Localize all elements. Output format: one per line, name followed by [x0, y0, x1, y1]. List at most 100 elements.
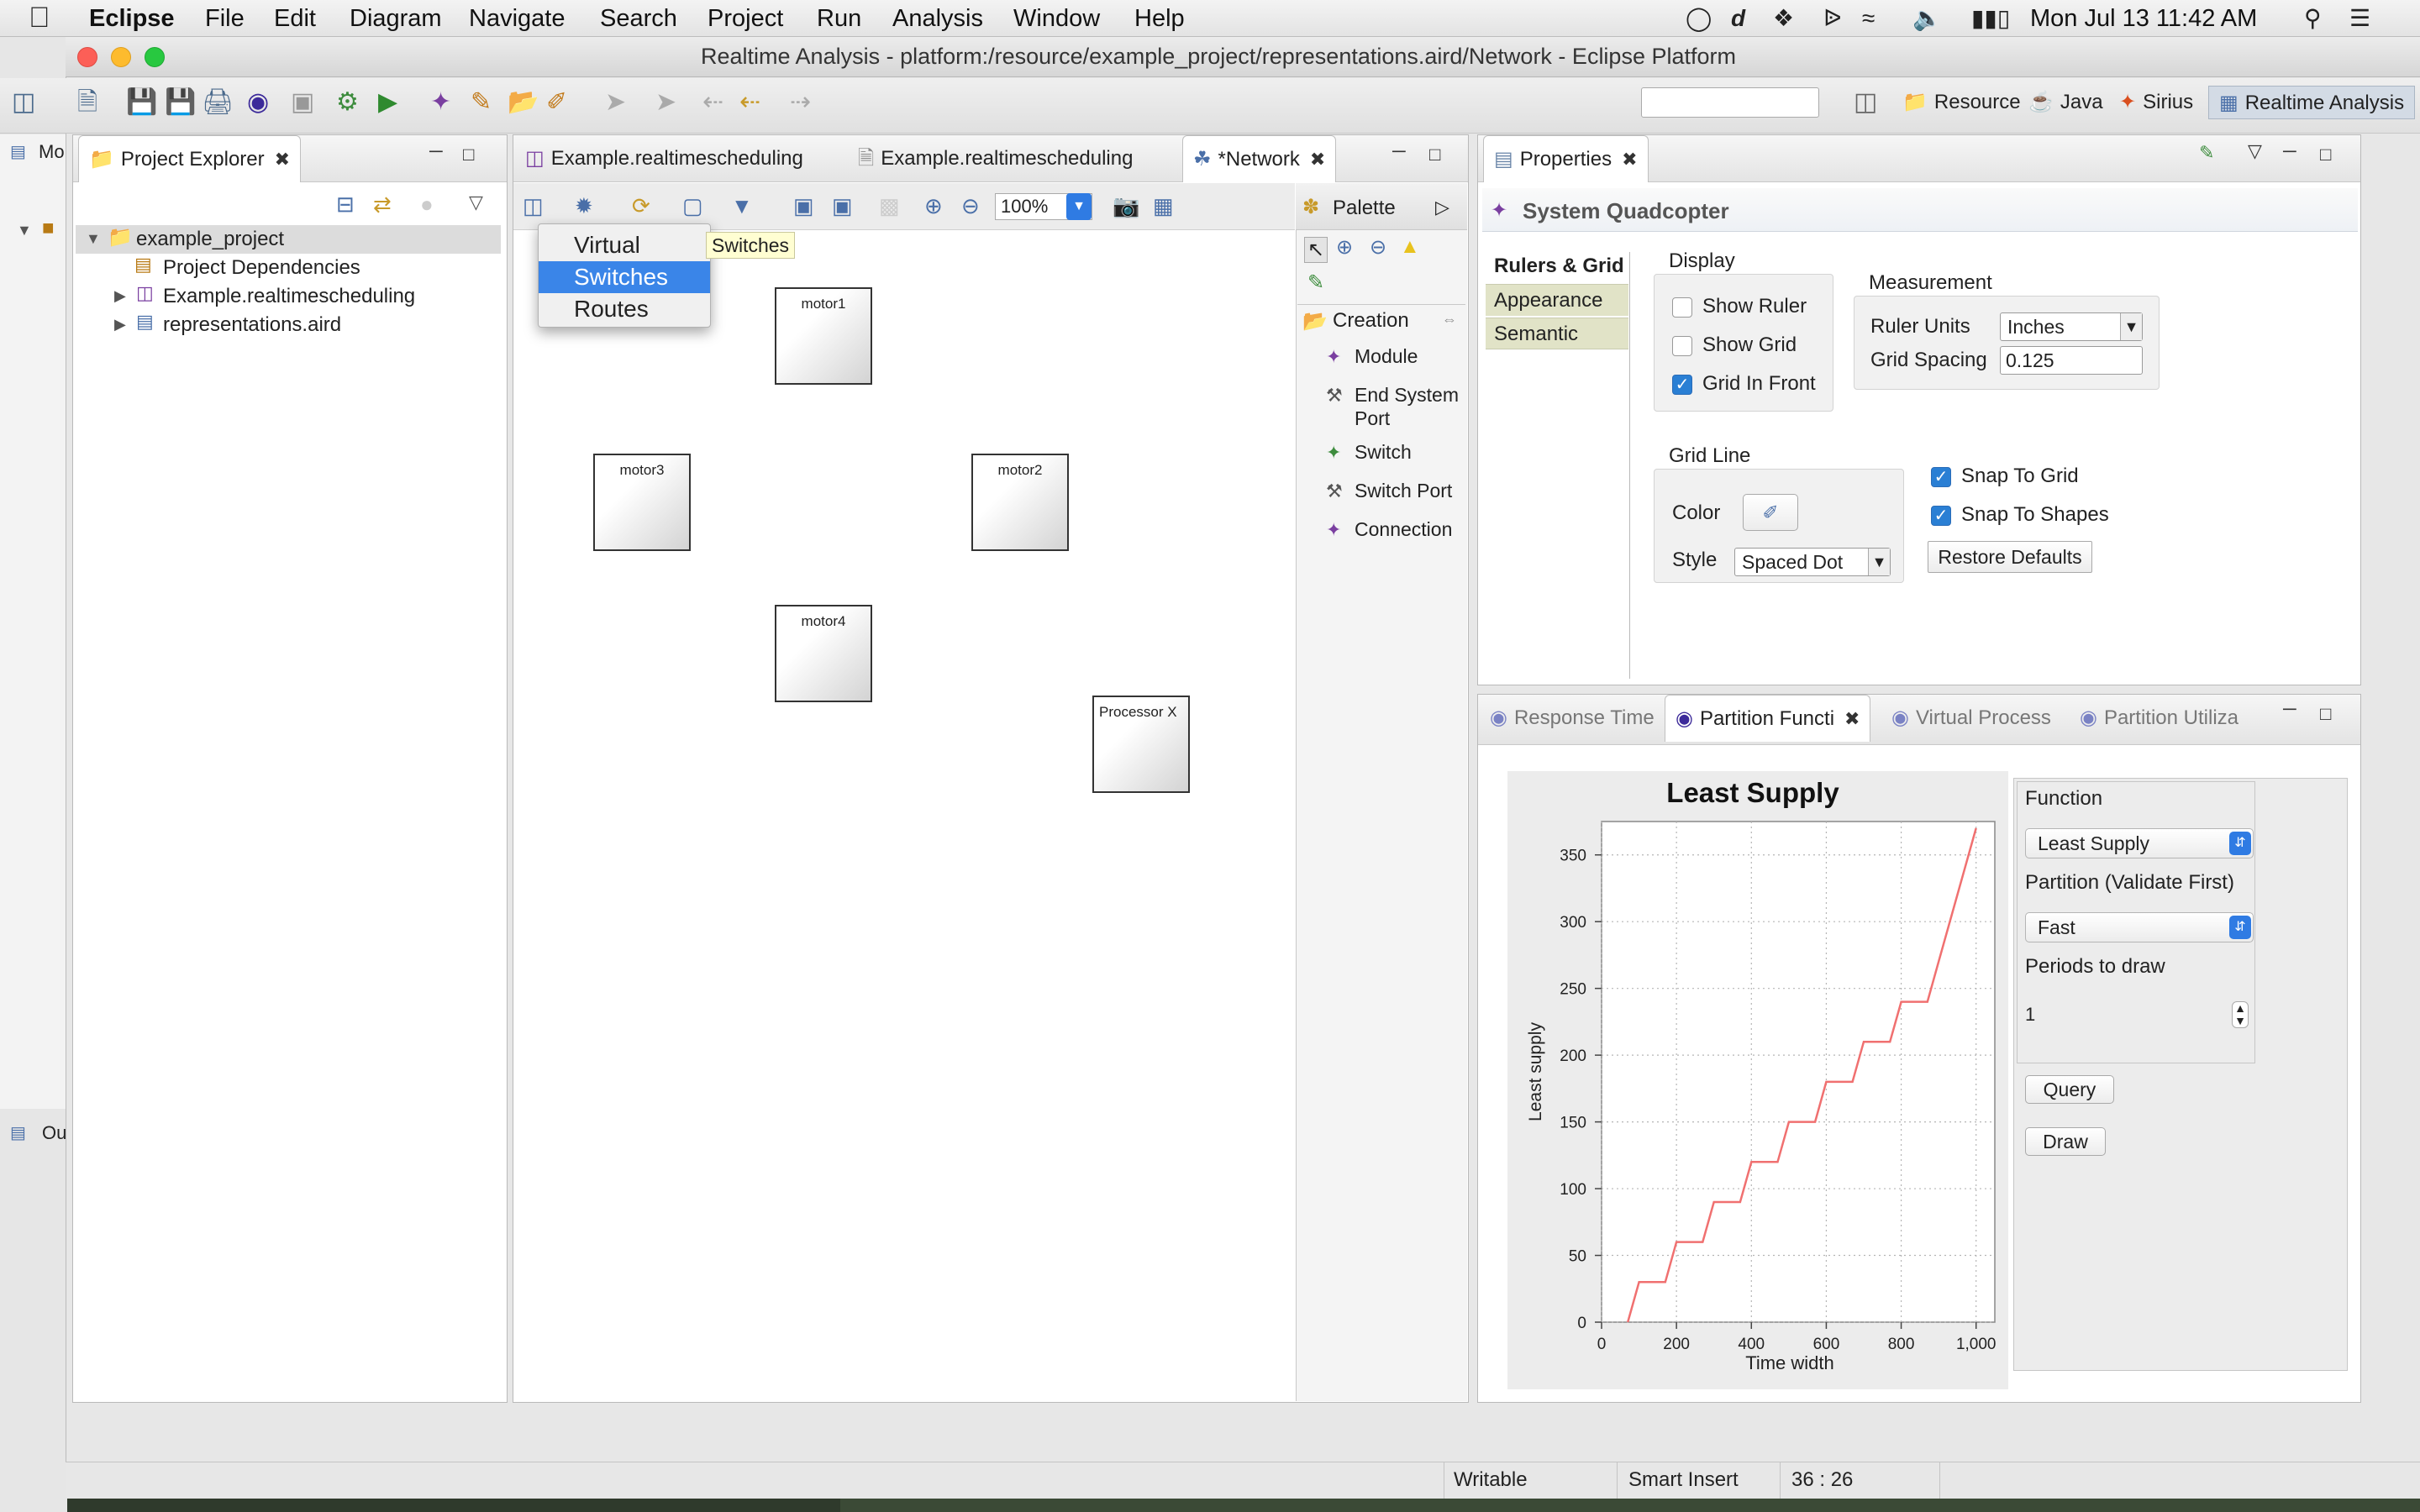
- zoom-in-tool-icon[interactable]: ⊕: [1336, 235, 1353, 260]
- battery-icon[interactable]: ▮▮▯: [1971, 5, 2010, 32]
- line-style-select[interactable]: Spaced Dot ▼: [1734, 548, 1891, 576]
- checkmark-icon[interactable]: ✓: [1672, 374, 1692, 395]
- menu-run[interactable]: Run: [817, 3, 861, 34]
- tree-item-example-realtimescheduling[interactable]: Example.realtimescheduling: [163, 282, 415, 311]
- note-attachment-icon[interactable]: ✎: [1307, 270, 1324, 295]
- clock[interactable]: Mon Jul 13 11:42 AM: [2030, 3, 2257, 34]
- perspective-sirius[interactable]: ✦ Sirius: [2119, 86, 2193, 119]
- creation-drawer[interactable]: Creation: [1333, 309, 1409, 333]
- checkbox-box[interactable]: [1672, 297, 1692, 318]
- checkmark-icon[interactable]: ✓: [1931, 505, 1951, 526]
- menu-file[interactable]: File: [205, 3, 245, 34]
- maximize-view-icon[interactable]: □: [2320, 144, 2331, 165]
- refresh-icon[interactable]: ⟳: [632, 193, 650, 219]
- menu-item-virtual[interactable]: Virtual: [539, 229, 710, 261]
- note-tool-icon[interactable]: ▲: [1400, 235, 1420, 259]
- apple-menu-icon[interactable]: : [29, 2, 50, 34]
- link-with-editor-icon[interactable]: ⇄: [373, 192, 392, 218]
- outline-view-icon[interactable]: ▤: [10, 1122, 26, 1143]
- annotation-prev-icon[interactable]: ➤: [605, 87, 626, 118]
- ruler-units-select[interactable]: Inches ▼: [2000, 312, 2143, 341]
- drawer-pin-icon[interactable]: ⇔: [1442, 311, 1457, 328]
- palette-end-system-port[interactable]: End System Port: [1355, 383, 1464, 430]
- wifi-icon[interactable]: ≈: [1862, 5, 1875, 32]
- tab-example-realtimescheduling-diagram[interactable]: ◫ Example.realtimescheduling: [525, 135, 803, 182]
- close-icon[interactable]: ✖: [275, 149, 290, 170]
- outline-view-tab[interactable]: Ou: [42, 1122, 66, 1144]
- close-icon[interactable]: ✖: [1310, 149, 1325, 170]
- perspective-java[interactable]: ☕ Java: [2028, 86, 2103, 119]
- menu-analysis[interactable]: Analysis: [892, 3, 983, 34]
- palette-module[interactable]: Module: [1355, 344, 1418, 368]
- arrange-icon[interactable]: ✹: [575, 193, 593, 219]
- menu-project[interactable]: Project: [708, 3, 783, 34]
- maximize-view-icon[interactable]: □: [2320, 703, 2331, 725]
- tab-network[interactable]: ☘ *Network ✖: [1182, 135, 1337, 182]
- tab-virtual-process[interactable]: ◉ Virtual Process: [1891, 695, 2051, 742]
- delete-icon[interactable]: ▩: [879, 193, 900, 219]
- minimize-view-icon[interactable]: ─: [2283, 140, 2296, 162]
- expand-arrow-icon[interactable]: ▼: [86, 230, 101, 248]
- node-motor4[interactable]: motor4: [775, 605, 872, 702]
- filter-menu-icon[interactable]: ▼: [731, 193, 753, 219]
- checkbox-box[interactable]: [1672, 335, 1692, 356]
- menu-help[interactable]: Help: [1134, 3, 1185, 34]
- open-type-icon[interactable]: ✎: [471, 87, 492, 118]
- expand-arrow-icon[interactable]: ▶: [114, 316, 126, 333]
- bluetooth-icon[interactable]: ᐉ: [1823, 5, 1842, 32]
- debug-icon[interactable]: ⚙: [336, 87, 359, 118]
- node-motor1[interactable]: motor1: [775, 287, 872, 385]
- partition-select[interactable]: Fast ⇵: [2025, 912, 2254, 942]
- expand-arrow-icon[interactable]: ▶: [114, 287, 126, 305]
- palette-switch-port[interactable]: Switch Port: [1355, 479, 1452, 502]
- tree-item-representations-aird[interactable]: representations.aird: [163, 311, 341, 339]
- pin-view-icon[interactable]: ✎: [2199, 142, 2214, 164]
- minimize-editor-icon[interactable]: ─: [1392, 140, 1406, 162]
- select-all-icon[interactable]: ▢: [682, 193, 703, 219]
- tab-semantic[interactable]: Semantic: [1486, 318, 1628, 349]
- palette-title[interactable]: Palette: [1333, 197, 1396, 220]
- zoom-combo[interactable]: 100% ▼: [995, 193, 1092, 220]
- zoom-out-icon[interactable]: ⊖: [961, 193, 980, 219]
- show-ruler-checkbox[interactable]: Show Ruler: [1672, 294, 1807, 319]
- save-icon[interactable]: 💾: [126, 87, 157, 118]
- back-disabled-icon[interactable]: ⇠: [702, 87, 723, 118]
- snap-to-shapes-checkbox[interactable]: ✓ Snap To Shapes: [1931, 502, 2109, 528]
- new-wizard-icon[interactable]: ◫: [12, 87, 35, 118]
- run-icon[interactable]: ▶: [378, 87, 397, 118]
- export-image-icon[interactable]: 📷: [1113, 193, 1139, 219]
- tree-item-example-project[interactable]: example_project: [136, 225, 284, 254]
- minimize-window-button[interactable]: [111, 47, 131, 67]
- unpin-icon[interactable]: ▣: [832, 193, 853, 219]
- tab-rulers-grid[interactable]: Rulers & Grid: [1486, 250, 1628, 282]
- app-menu[interactable]: Eclipse: [89, 3, 175, 34]
- window-icon[interactable]: ▣: [291, 87, 314, 118]
- node-motor3[interactable]: motor3: [593, 454, 691, 551]
- node-motor2[interactable]: motor2: [971, 454, 1069, 551]
- print-icon[interactable]: 🖨: [202, 87, 234, 118]
- pin-icon[interactable]: ▣: [793, 193, 814, 219]
- menu-search[interactable]: Search: [600, 3, 677, 34]
- sirius-tool-icon[interactable]: ✦: [430, 87, 451, 118]
- chevron-down-icon[interactable]: ▼: [1066, 193, 1092, 220]
- menu-edit[interactable]: Edit: [274, 3, 316, 34]
- tab-project-explorer[interactable]: 📁 Project Explorer ✖: [78, 135, 302, 182]
- back-icon[interactable]: ⇠: [739, 87, 760, 118]
- show-grid-checkbox[interactable]: Show Grid: [1672, 333, 1797, 358]
- query-button[interactable]: Query: [2025, 1075, 2114, 1104]
- spinner-arrows-icon[interactable]: ▲ ▼: [2232, 1001, 2249, 1028]
- menu-item-routes[interactable]: Routes: [539, 293, 710, 325]
- minimize-view-icon[interactable]: ─: [2283, 698, 2296, 720]
- tab-appearance[interactable]: Appearance: [1486, 284, 1628, 316]
- new-icon[interactable]: 🗎: [77, 87, 97, 118]
- view-menu-icon[interactable]: ▽: [2248, 140, 2262, 162]
- tab-response-time[interactable]: ◉ Response Time: [1490, 695, 1655, 742]
- layer-filter-icon[interactable]: ◫: [523, 193, 544, 219]
- model-view-tab[interactable]: Mo: [39, 141, 65, 163]
- status-app-icon[interactable]: ◯: [1686, 5, 1712, 32]
- function-select[interactable]: Least Supply ⇵: [2025, 828, 2254, 858]
- collapse-all-icon[interactable]: ⊟: [336, 192, 355, 218]
- dropbox-icon[interactable]: ❖: [1773, 5, 1794, 32]
- tab-properties[interactable]: ▤ Properties ✖: [1483, 135, 1649, 182]
- periods-spinner[interactable]: 1 ▲ ▼: [2025, 998, 2254, 1032]
